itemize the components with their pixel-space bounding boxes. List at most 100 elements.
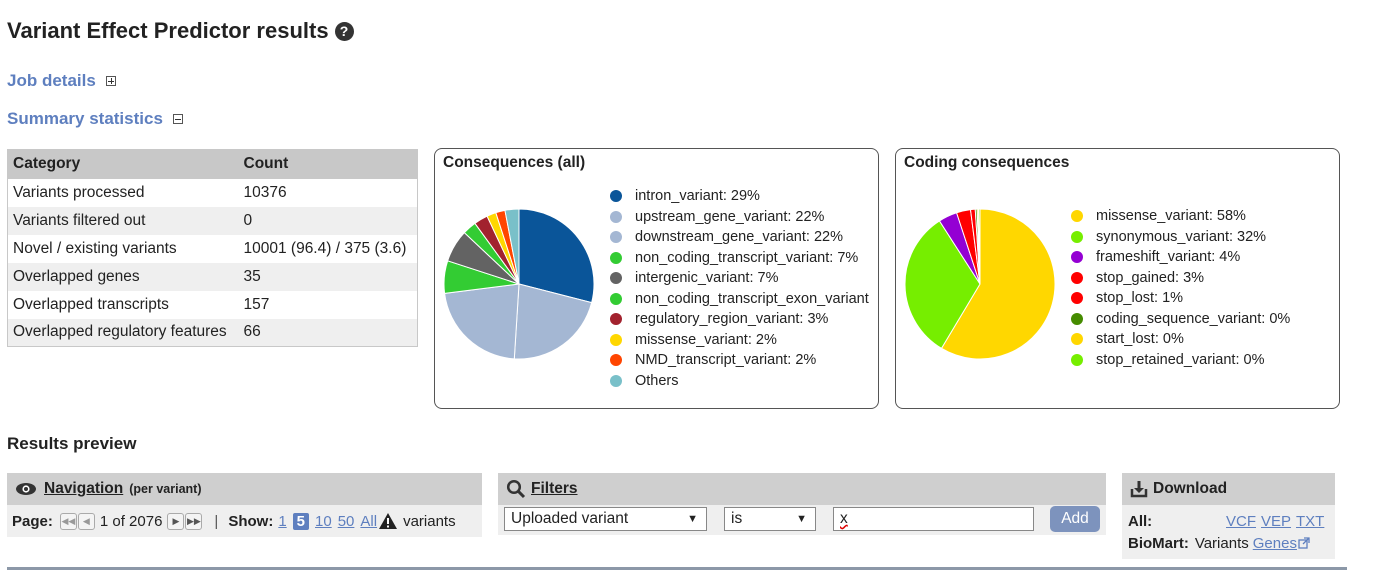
- table-row: Overlapped transcripts 157: [7, 290, 418, 319]
- legend-swatch: [610, 272, 622, 285]
- table-row: Variants processed 10376: [7, 178, 418, 207]
- legend-item: synonymous_variant: 32%: [1071, 227, 1290, 248]
- next-page-icon[interactable]: ▶: [167, 512, 185, 530]
- pie-slice[interactable]: [444, 283, 520, 360]
- page-indicator: 1 of 2076: [99, 512, 163, 530]
- first-page-icon[interactable]: ◀◀: [59, 512, 77, 530]
- navigation-controls: Page: ◀◀ ◀ 1 of 2076 ▶ ▶▶ | Show: 1 5 10…: [7, 505, 482, 537]
- consequences-all-panel: Consequences (all) intron_variant: 29% up…: [434, 148, 879, 409]
- row-count: 35: [239, 262, 418, 291]
- job-details-label[interactable]: Job details: [7, 71, 96, 91]
- eye-icon: [16, 483, 36, 495]
- legend-swatch: [1071, 312, 1083, 325]
- row-category: Variants filtered out: [7, 206, 240, 235]
- download-txt-link[interactable]: TXT: [1296, 513, 1324, 530]
- collapse-icon[interactable]: [172, 114, 183, 124]
- table-row: Overlapped genes 35: [7, 262, 418, 291]
- filter-operator-select[interactable]: is ▼: [724, 507, 816, 531]
- row-category: Novel / existing variants: [7, 234, 240, 263]
- external-link-icon: [1298, 537, 1310, 549]
- legend-item: non_coding_transcript_exon_variant: [610, 289, 869, 310]
- filter-value-input[interactable]: x: [833, 507, 1034, 531]
- legend-label: regulatory_region_variant: 3%: [635, 311, 829, 328]
- filters-panel: Filters Uploaded variant ▼ is ▼ x Add: [498, 473, 1106, 537]
- legend-swatch: [1071, 353, 1083, 366]
- help-icon[interactable]: ?: [334, 21, 354, 41]
- legend-label: frameshift_variant: 4%: [1096, 249, 1241, 266]
- add-filter-button[interactable]: Add: [1050, 506, 1100, 532]
- legend-label: upstream_gene_variant: 22%: [635, 208, 825, 225]
- show-option-10[interactable]: 10: [315, 513, 332, 530]
- legend-label: intergenic_variant: 7%: [635, 270, 779, 287]
- show-option-50[interactable]: 50: [338, 513, 355, 530]
- biomart-genes-link[interactable]: Genes: [1253, 535, 1297, 552]
- legend-label: NMD_transcript_variant: 2%: [635, 352, 817, 369]
- navigation-subtitle: (per variant): [129, 482, 202, 496]
- chevron-down-icon: ▼: [796, 513, 807, 525]
- legend-swatch: [1071, 210, 1083, 223]
- legend-item: intergenic_variant: 7%: [610, 268, 869, 289]
- summary-statistics-label[interactable]: Summary statistics: [7, 109, 163, 129]
- legend-swatch: [610, 354, 622, 367]
- table-row: Variants filtered out 0: [7, 206, 418, 235]
- legend-swatch: [610, 292, 622, 305]
- page-title: Variant Effect Predictor results ?: [7, 18, 354, 44]
- biomart-variants-text: Variants: [1194, 534, 1249, 552]
- legend-label: downstream_gene_variant: 22%: [635, 229, 843, 246]
- legend-item: NMD_transcript_variant: 2%: [610, 350, 869, 371]
- legend-swatch: [1071, 251, 1083, 264]
- legend-item: downstream_gene_variant: 22%: [610, 227, 869, 248]
- job-details-toggle[interactable]: Job details: [7, 71, 116, 91]
- navigation-header: Navigation (per variant): [7, 473, 482, 505]
- page-label: Page:: [12, 512, 53, 530]
- show-option-5[interactable]: 5: [292, 512, 310, 530]
- legend-label: non_coding_transcript_exon_variant: [635, 290, 869, 307]
- last-page-icon[interactable]: ▶▶: [185, 512, 203, 530]
- download-vep-link[interactable]: VEP: [1261, 513, 1291, 530]
- chevron-down-icon: ▼: [687, 513, 698, 525]
- legend-swatch: [610, 251, 622, 264]
- prev-page-icon[interactable]: ◀: [77, 512, 95, 530]
- download-all-label: All:: [1128, 512, 1153, 530]
- row-count: 66: [239, 318, 418, 347]
- legend-label: intron_variant: 29%: [635, 188, 760, 205]
- row-category: Overlapped transcripts: [7, 290, 240, 319]
- legend-label: non_coding_transcript_variant: 7%: [635, 249, 859, 266]
- legend-label: start_lost: 0%: [1096, 331, 1184, 348]
- download-vcf-link[interactable]: VCF: [1226, 513, 1256, 530]
- column-header: Count: [239, 149, 418, 179]
- legend-swatch: [610, 333, 622, 346]
- warning-icon: [379, 513, 398, 529]
- table-row: Overlapped regulatory features 66: [7, 318, 418, 347]
- download-all-row: All: VCF VEP TXT: [1128, 510, 1329, 532]
- filter-operator-value: is: [731, 510, 743, 527]
- filter-field-select[interactable]: Uploaded variant ▼: [504, 507, 707, 531]
- search-icon: [506, 479, 526, 499]
- legend-swatch: [610, 210, 622, 223]
- legend-item: non_coding_transcript_variant: 7%: [610, 248, 869, 269]
- legend-label: stop_retained_variant: 0%: [1096, 351, 1265, 368]
- navigation-title[interactable]: Navigation: [44, 480, 123, 498]
- show-option-1[interactable]: 1: [278, 513, 286, 530]
- expand-icon[interactable]: [105, 76, 116, 86]
- legend-swatch: [610, 374, 622, 387]
- legend-swatch: [610, 231, 622, 244]
- download-header: Download: [1122, 473, 1335, 505]
- page-title-text: Variant Effect Predictor results: [7, 18, 329, 43]
- legend-item: regulatory_region_variant: 3%: [610, 309, 869, 330]
- row-count: 157: [239, 290, 418, 319]
- legend-label: stop_gained: 3%: [1096, 269, 1205, 286]
- summary-statistics-toggle[interactable]: Summary statistics: [7, 109, 183, 129]
- legend-swatch: [610, 190, 622, 203]
- legend-swatch: [1071, 230, 1083, 243]
- show-option-all[interactable]: All: [360, 513, 377, 530]
- filters-title[interactable]: Filters: [531, 480, 578, 498]
- legend-item: intron_variant: 29%: [610, 186, 869, 207]
- legend-item: upstream_gene_variant: 22%: [610, 207, 869, 228]
- table-header-row: Category Count: [7, 149, 418, 179]
- legend-swatch: [1071, 333, 1083, 346]
- legend-label: stop_lost: 1%: [1096, 290, 1184, 307]
- legend-swatch: [610, 313, 622, 326]
- row-category: Overlapped regulatory features: [7, 318, 240, 347]
- row-category: Overlapped genes: [7, 262, 240, 291]
